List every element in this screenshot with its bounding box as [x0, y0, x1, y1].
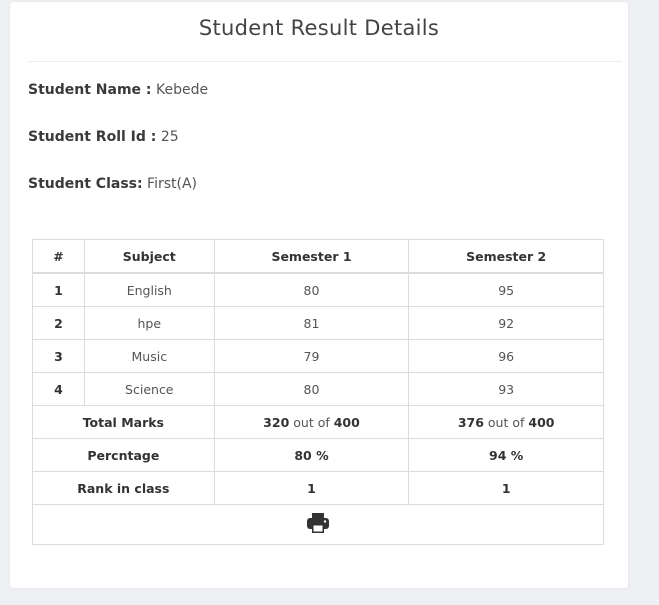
student-roll-row: Student Roll Id : 25: [28, 129, 179, 145]
result-card: Student Result Details Student Name : Ke…: [10, 2, 628, 588]
print-icon[interactable]: [306, 512, 330, 537]
header-semester-1: Semester 1: [213, 239, 410, 274]
percentage-row: Percntage 80 % 94 %: [32, 438, 604, 472]
percentage-semester-1: 80 %: [213, 438, 410, 472]
row-subject: Science: [83, 372, 215, 406]
divider: [28, 61, 622, 62]
row-semester-2: 96: [408, 339, 604, 373]
student-class-value: First(A): [147, 176, 197, 192]
row-semester-2: 93: [408, 372, 604, 406]
header-subject: Subject: [83, 239, 215, 274]
header-semester-2: Semester 2: [408, 239, 604, 274]
table-row: 2 hpe 81 92: [32, 306, 604, 340]
row-semester-2: 92: [408, 306, 604, 340]
student-roll-label: Student Roll Id :: [28, 129, 157, 145]
row-num: 3: [32, 339, 85, 373]
row-semester-2: 95: [408, 272, 604, 307]
percentage-label: Percntage: [32, 438, 215, 472]
row-num: 2: [32, 306, 85, 340]
result-table: # Subject Semester 1 Semester 2 1 Englis…: [32, 239, 604, 545]
row-subject: English: [83, 272, 215, 307]
row-semester-1: 81: [213, 306, 410, 340]
table-header-row: # Subject Semester 1 Semester 2: [32, 239, 604, 274]
header-num: #: [32, 239, 85, 274]
student-name-label: Student Name :: [28, 82, 152, 98]
percentage-semester-2: 94 %: [408, 438, 604, 472]
row-subject: hpe: [83, 306, 215, 340]
row-num: 1: [32, 272, 85, 307]
student-name-row: Student Name : Kebede: [28, 82, 208, 98]
student-roll-value: 25: [160, 129, 179, 145]
table-row: 3 Music 79 96: [32, 339, 604, 373]
student-class-label: Student Class:: [28, 176, 143, 192]
row-semester-1: 80: [213, 272, 410, 307]
total-marks-label: Total Marks: [32, 405, 215, 439]
student-name-value: Kebede: [155, 82, 209, 98]
row-semester-1: 79: [213, 339, 410, 373]
print-row: [32, 504, 604, 545]
table-row: 1 English 80 95: [32, 272, 604, 307]
row-semester-1: 80: [213, 372, 410, 406]
total-marks-semester-1: 320 out of 400: [213, 405, 410, 439]
rank-label: Rank in class: [32, 471, 215, 505]
print-cell: [32, 504, 604, 545]
page-title: Student Result Details: [198, 16, 440, 40]
rank-semester-2: 1: [408, 471, 604, 505]
rank-row: Rank in class 1 1: [32, 471, 604, 505]
total-marks-semester-2: 376 out of 400: [408, 405, 604, 439]
row-num: 4: [32, 372, 85, 406]
table-row: 4 Science 80 93: [32, 372, 604, 406]
rank-semester-1: 1: [213, 471, 410, 505]
student-class-row: Student Class: First(A): [28, 176, 197, 192]
row-subject: Music: [83, 339, 215, 373]
total-marks-row: Total Marks 320 out of 400 376 out of 40…: [32, 405, 604, 439]
